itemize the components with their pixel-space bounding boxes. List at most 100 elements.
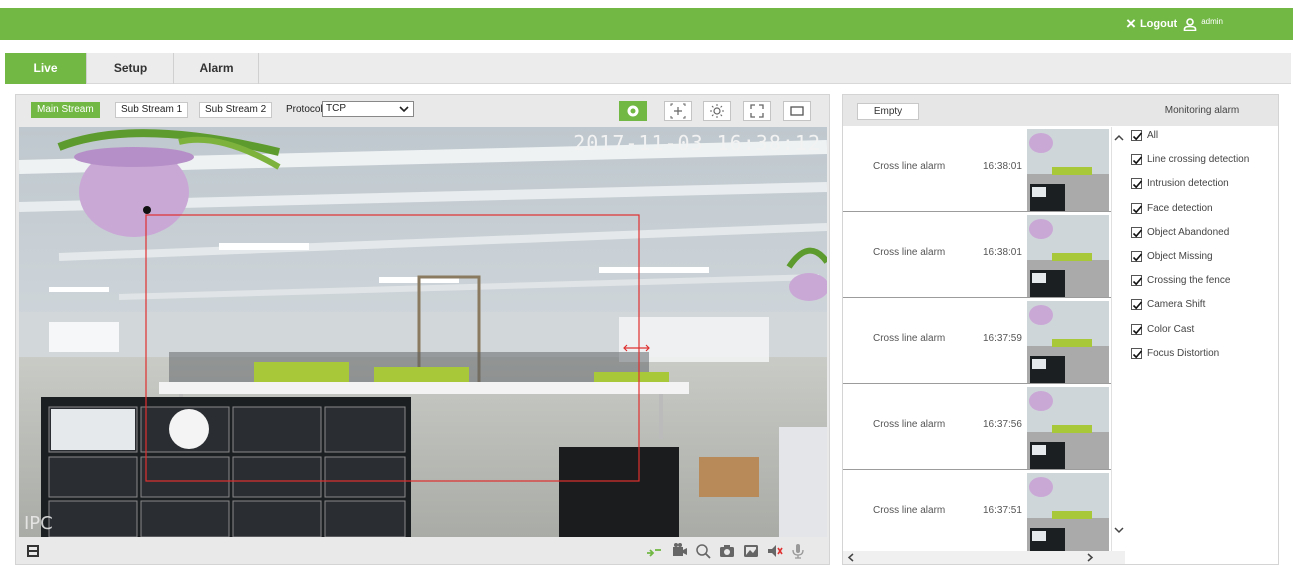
tab-alarm[interactable]: Alarm (175, 53, 259, 84)
scroll-up-icon[interactable] (1112, 131, 1125, 145)
close-icon[interactable]: × (1126, 15, 1136, 32)
empty-button[interactable]: Empty (857, 103, 919, 120)
layout-icon[interactable] (24, 542, 42, 560)
scroll-right-icon[interactable] (1083, 551, 1096, 564)
zoom-icon[interactable] (694, 542, 712, 560)
protocol-select[interactable]: TCP (322, 101, 414, 117)
checkbox[interactable] (1131, 226, 1143, 238)
checkbox[interactable] (1131, 323, 1143, 335)
monitor-option[interactable]: Color Cast (1131, 323, 1276, 347)
sub-stream-2-button[interactable]: Sub Stream 2 (199, 102, 273, 118)
alarm-thumbnail[interactable] (1027, 473, 1109, 555)
live-view-panel: Main Stream Sub Stream 1 Sub Stream 2 Pr… (15, 94, 830, 565)
alarm-type: Cross line alarm (873, 419, 946, 430)
alarm-time: 16:37:51 (983, 505, 1022, 516)
header-user-area: × Logout admin (1126, 15, 1223, 32)
tab-setup[interactable]: Setup (88, 53, 174, 84)
vertical-scrollbar[interactable] (1111, 127, 1125, 551)
check-icon (1132, 205, 1143, 213)
monitor-option[interactable]: Crossing the fence (1131, 274, 1276, 298)
checkbox[interactable] (1131, 275, 1143, 287)
alarm-row[interactable]: Cross line alarm 16:38:01 (843, 213, 1111, 298)
video-timestamp: 2017-11-03 16:38:12 (573, 131, 821, 155)
fullscreen-icon (750, 104, 764, 118)
monitor-option-label: Crossing the fence (1147, 275, 1231, 287)
protocol-label: Protocol (286, 104, 323, 115)
top-header: × Logout admin (0, 8, 1293, 40)
monitor-option[interactable]: Face detection (1131, 202, 1276, 226)
monitor-option-label: Intrusion detection (1147, 178, 1229, 190)
checkbox[interactable] (1131, 202, 1143, 214)
check-icon (1132, 325, 1143, 334)
audio-muted-icon[interactable] (766, 542, 784, 560)
monitor-option[interactable]: Object Abandoned (1131, 226, 1276, 250)
sub-stream-1-button[interactable]: Sub Stream 1 (115, 102, 189, 118)
main-stream-button[interactable]: Main Stream (31, 102, 100, 118)
chevron-down-icon (399, 106, 409, 113)
alarm-time: 16:38:01 (983, 161, 1022, 172)
check-icon (1132, 301, 1143, 310)
logout-link[interactable]: Logout (1140, 18, 1177, 30)
alarm-thumbnail[interactable] (1027, 215, 1109, 297)
monitor-option[interactable]: Camera Shift (1131, 298, 1276, 322)
record-icon (627, 105, 639, 117)
crosshair-icon (670, 103, 686, 119)
monitor-option[interactable]: Line crossing detection (1131, 153, 1276, 177)
monitor-option[interactable]: All (1131, 129, 1276, 153)
alarm-list: Cross line alarm 16:38:01 Cross line ala… (843, 127, 1125, 564)
monitor-option[interactable]: Intrusion detection (1131, 177, 1276, 201)
alarm-type: Cross line alarm (873, 161, 946, 172)
username-label: admin (1201, 16, 1223, 26)
checkbox[interactable] (1131, 178, 1143, 190)
check-icon (1132, 132, 1143, 141)
microphone-icon[interactable] (789, 542, 807, 560)
checkbox[interactable] (1131, 299, 1143, 311)
alarm-panel: Empty Monitoring alarm Cross line alarm … (842, 94, 1279, 565)
snapshot-icon[interactable] (718, 542, 736, 560)
alarm-row[interactable]: Cross line alarm 16:37:51 (843, 471, 1111, 556)
image-adjust-button[interactable] (703, 101, 731, 121)
check-icon (1132, 180, 1143, 189)
alarm-thumbnail[interactable] (1027, 129, 1109, 211)
alarm-thumbnail[interactable] (1027, 301, 1109, 383)
video-bottom-toolbar (16, 538, 829, 564)
office-scene-image (19, 127, 827, 537)
alarm-row[interactable]: Cross line alarm 16:37:59 (843, 299, 1111, 384)
tab-live[interactable]: Live (5, 53, 87, 84)
checkbox[interactable] (1131, 154, 1143, 166)
stream-toolbar: Main Stream Sub Stream 1 Sub Stream 2 Pr… (16, 95, 829, 125)
alarm-time: 16:37:56 (983, 419, 1022, 430)
check-icon (1132, 229, 1143, 238)
check-icon (1132, 253, 1143, 262)
scroll-down-icon[interactable] (1112, 523, 1125, 537)
monitor-option-label: All (1147, 130, 1159, 141)
record-toggle-button[interactable] (619, 101, 647, 121)
monitoring-options: All Line crossing detection Intrusion de… (1131, 129, 1276, 371)
record-camera-icon[interactable] (671, 542, 689, 560)
alarm-thumbnail[interactable] (1027, 387, 1109, 469)
scroll-left-icon[interactable] (845, 551, 858, 564)
alarm-row[interactable]: Cross line alarm 16:37:56 (843, 385, 1111, 470)
monitor-option-label: Focus Distortion (1147, 347, 1220, 359)
monitor-option[interactable]: Focus Distortion (1131, 347, 1276, 371)
horizontal-scrollbar[interactable] (843, 551, 1125, 564)
ptz-tracking-icon[interactable] (645, 542, 663, 560)
monitor-option-label: Face detection (1147, 202, 1213, 214)
monitor-option-label: Color Cast (1147, 323, 1195, 335)
ptz-button[interactable] (664, 101, 692, 121)
checkbox[interactable] (1131, 130, 1143, 141)
checkbox[interactable] (1131, 250, 1143, 262)
video-feed[interactable]: 2017-11-03 16:38:12 IPC (19, 127, 827, 537)
window-mode-button[interactable] (783, 101, 811, 121)
picture-icon[interactable] (742, 542, 760, 560)
monitor-option-label: Camera Shift (1147, 299, 1206, 311)
alarm-row[interactable]: Cross line alarm 16:38:01 (843, 127, 1111, 212)
checkbox[interactable] (1131, 347, 1143, 359)
window-icon (790, 106, 804, 116)
video-osd-label: IPC (24, 513, 53, 534)
monitor-option-label: Line crossing detection (1147, 154, 1250, 166)
brightness-icon (710, 104, 724, 118)
monitor-option-label: Object Missing (1147, 250, 1213, 262)
monitor-option[interactable]: Object Missing (1131, 250, 1276, 274)
fullscreen-button[interactable] (743, 101, 771, 121)
